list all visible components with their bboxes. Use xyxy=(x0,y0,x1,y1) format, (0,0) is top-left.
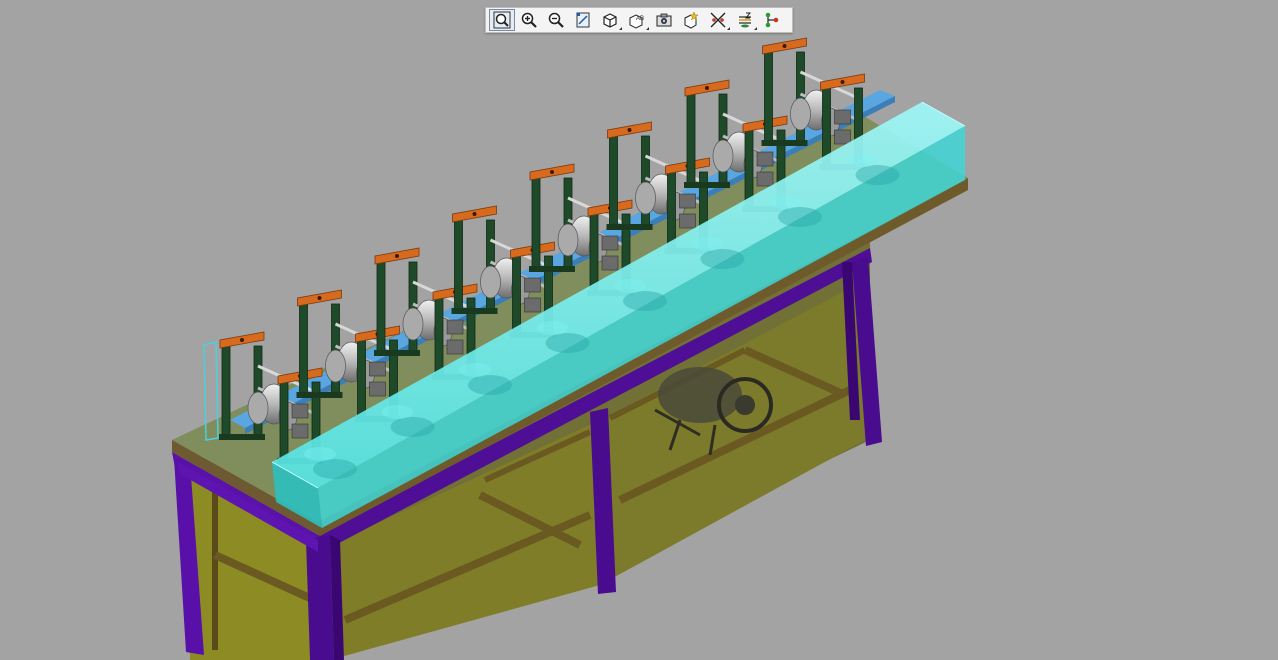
guard-reflection xyxy=(313,459,357,479)
connections-icon xyxy=(765,12,779,28)
frame-leg-front-left xyxy=(306,535,334,660)
hide-show-button[interactable] xyxy=(705,9,731,31)
view-toolbar: AB xyxy=(485,7,793,33)
forming-roll xyxy=(790,97,811,131)
guard-reflection xyxy=(623,291,667,311)
guard-reflection xyxy=(545,333,590,353)
guard-reflection xyxy=(536,321,569,335)
connections-button[interactable] xyxy=(759,9,785,31)
apply-scene-button[interactable] xyxy=(678,9,704,31)
bearing-block xyxy=(679,213,696,229)
display-style-icon: AB xyxy=(629,14,644,29)
view-orientation-icon xyxy=(603,13,617,28)
forming-roll xyxy=(402,307,424,341)
guard-reflection xyxy=(700,249,745,269)
stand-cap-bolt xyxy=(840,80,845,84)
stand-foot xyxy=(219,434,265,440)
forming-roll xyxy=(712,139,734,173)
stand-post xyxy=(376,261,386,355)
bearing-block xyxy=(446,319,464,335)
stand-cap-bolt xyxy=(550,170,554,174)
view-settings-button[interactable] xyxy=(732,9,758,31)
stand-post xyxy=(221,345,231,439)
view-orientation-button[interactable] xyxy=(597,9,623,31)
stand-foot xyxy=(296,392,343,398)
bearing-block xyxy=(834,109,851,125)
roll-forming-machine-model[interactable] xyxy=(0,0,1278,660)
bearing-block xyxy=(679,193,696,209)
cad-3d-viewport[interactable]: AB xyxy=(0,0,1278,660)
guard-reflection xyxy=(614,279,646,293)
stand-post xyxy=(531,177,541,271)
stand-cap-bolt xyxy=(705,86,709,90)
bearing-block xyxy=(756,171,774,187)
stand-foot xyxy=(606,224,653,230)
zoom-fit-icon xyxy=(493,11,511,29)
guard-reflection xyxy=(304,447,336,461)
stand-post xyxy=(609,135,618,229)
guard-reflection xyxy=(381,405,414,419)
forming-roll xyxy=(557,223,579,257)
stand-foot xyxy=(529,266,575,272)
stand-post xyxy=(434,297,444,379)
stand-cap-bolt xyxy=(317,296,322,300)
stand-cap-bolt xyxy=(240,338,244,342)
camera-button[interactable] xyxy=(651,9,677,31)
forming-roll xyxy=(325,349,346,383)
forming-roll xyxy=(247,391,269,425)
bearing-block xyxy=(524,277,541,293)
stand-cap-bolt xyxy=(472,212,477,216)
bearing-block xyxy=(834,129,851,145)
zoom-out-button[interactable] xyxy=(543,9,569,31)
hide-show-icon xyxy=(710,12,726,28)
zoom-fit-button[interactable] xyxy=(489,9,515,31)
motor-pulley-hub xyxy=(735,395,755,415)
stand-cap-bolt xyxy=(627,128,632,132)
stand-post xyxy=(589,213,599,295)
camera-icon xyxy=(656,13,672,27)
zoom-in-button[interactable] xyxy=(516,9,542,31)
sketch-view-icon xyxy=(576,12,590,28)
zoom-out-icon xyxy=(548,12,564,28)
stand-post xyxy=(512,255,521,337)
bearing-block xyxy=(756,151,774,167)
view-settings-icon xyxy=(739,12,752,28)
guard-reflection xyxy=(459,363,491,377)
stand-post xyxy=(454,219,463,313)
bearing-block xyxy=(446,339,464,355)
stand-post xyxy=(279,381,289,463)
bearing-block xyxy=(524,297,541,313)
stand-cap-bolt xyxy=(395,254,399,258)
bearing-block xyxy=(601,235,619,251)
display-style-button[interactable]: AB xyxy=(624,9,650,31)
stand-post xyxy=(357,339,366,421)
stand-foot xyxy=(374,350,420,356)
sketch-view-button[interactable] xyxy=(570,9,596,31)
stand-post xyxy=(686,93,696,187)
guard-reflection xyxy=(390,417,435,437)
motor-body xyxy=(658,367,742,423)
bearing-block xyxy=(369,361,386,377)
stand-post xyxy=(764,51,773,145)
bearing-block xyxy=(291,423,309,439)
stand-foot xyxy=(451,308,498,314)
bearing-block xyxy=(369,381,386,397)
guard-reflection xyxy=(855,165,900,185)
stand-post xyxy=(299,303,308,397)
bearing-block xyxy=(291,403,309,419)
stand-cap-bolt xyxy=(782,44,787,48)
stand-foot xyxy=(684,182,730,188)
svg-text:AB: AB xyxy=(636,16,644,22)
bearing-block xyxy=(601,255,619,271)
guard-reflection xyxy=(691,237,724,251)
stand-foot xyxy=(761,140,808,146)
guard-reflection xyxy=(778,207,822,227)
forming-roll xyxy=(480,265,501,299)
guard-reflection xyxy=(846,153,879,167)
guard-reflection xyxy=(769,195,801,209)
zoom-in-icon xyxy=(521,12,537,28)
forming-roll xyxy=(635,181,656,215)
guard-reflection xyxy=(468,375,512,395)
apply-scene-icon xyxy=(684,11,699,29)
